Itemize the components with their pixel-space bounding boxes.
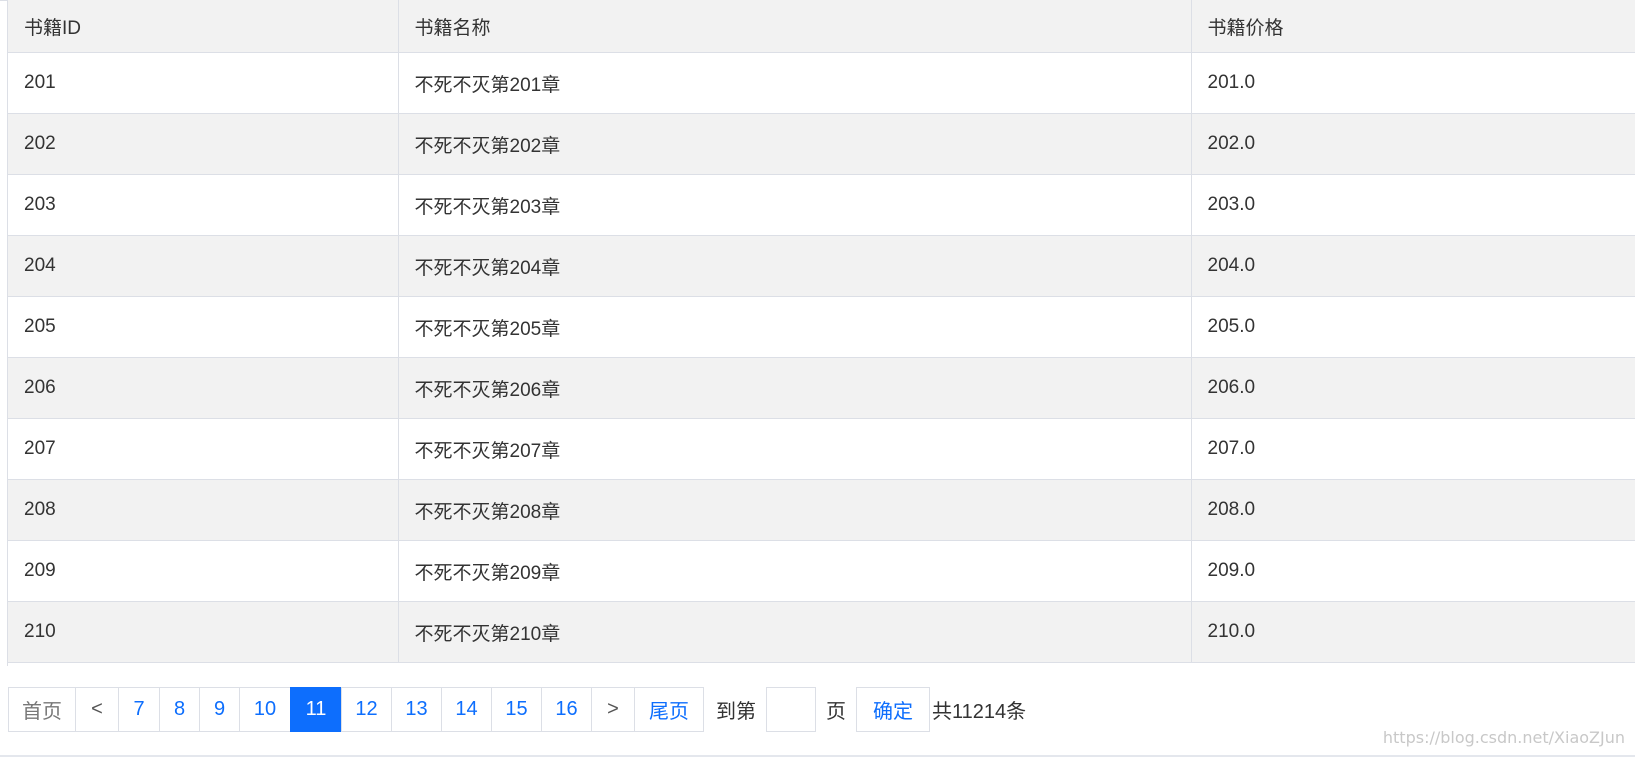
page-button-10[interactable]: 10 (239, 687, 291, 732)
prev-page-button[interactable]: < (75, 687, 119, 732)
cell-book-name: 不死不灭第206章 (398, 357, 1192, 419)
cell-book-id: 201 (8, 52, 399, 114)
total-count: 共11214条 (932, 701, 1027, 723)
cell-book-id: 205 (8, 296, 399, 358)
table-row: 204 不死不灭第204章 204.0 (8, 235, 1635, 297)
last-page-button[interactable]: 尾页 (634, 687, 704, 732)
cell-book-price: 209.0 (1191, 540, 1635, 602)
page-button-12[interactable]: 12 (341, 687, 392, 732)
page-number-list: 7 8 9 10 11 12 13 14 15 16 (118, 687, 592, 732)
goto-label: 到第 (716, 701, 756, 723)
table-row: 208 不死不灭第208章 208.0 (8, 479, 1635, 541)
page-button-9[interactable]: 9 (199, 687, 240, 732)
cell-book-id: 210 (8, 601, 399, 663)
header-book-price: 书籍价格 (1191, 0, 1635, 53)
table-row: 201 不死不灭第201章 201.0 (8, 52, 1635, 114)
watermark: https://blog.csdn.net/XiaoZJun (1382, 728, 1625, 747)
cell-book-name: 不死不灭第202章 (398, 113, 1192, 175)
books-table-container: 书籍ID 书籍名称 书籍价格 201 不死不灭第201章 201.0 202 不死不灭第… (8, 0, 1635, 663)
table-row: 205 不死不灭第205章 205.0 (8, 296, 1635, 358)
cell-book-price: 205.0 (1191, 296, 1635, 358)
header-book-id: 书籍ID (8, 0, 399, 53)
cell-book-price: 203.0 (1191, 174, 1635, 236)
page-button-13[interactable]: 13 (391, 687, 442, 732)
page-button-16[interactable]: 16 (541, 687, 592, 732)
cell-book-id: 209 (8, 540, 399, 602)
table-row: 202 不死不灭第202章 202.0 (8, 113, 1635, 175)
cell-book-price: 206.0 (1191, 357, 1635, 419)
cell-book-id: 204 (8, 235, 399, 297)
table-row: 210 不死不灭第210章 210.0 (8, 601, 1635, 663)
table-row: 207 不死不灭第207章 207.0 (8, 418, 1635, 480)
cell-book-name: 不死不灭第207章 (398, 418, 1192, 480)
page-button-15[interactable]: 15 (491, 687, 542, 732)
cell-book-id: 203 (8, 174, 399, 236)
first-page-button[interactable]: 首页 (8, 687, 76, 732)
page-unit-label: 页 (826, 701, 846, 723)
page-button-11[interactable]: 11 (290, 687, 342, 732)
table-row: 206 不死不灭第206章 206.0 (8, 357, 1635, 419)
page-button-7[interactable]: 7 (118, 687, 160, 732)
cell-book-name: 不死不灭第201章 (398, 52, 1192, 114)
cell-book-name: 不死不灭第208章 (398, 479, 1192, 541)
cell-book-name: 不死不灭第209章 (398, 540, 1192, 602)
table-row: 209 不死不灭第209章 209.0 (8, 540, 1635, 602)
table-header-row: 书籍ID 书籍名称 书籍价格 (8, 0, 1635, 53)
cell-book-price: 202.0 (1191, 113, 1635, 175)
cell-book-id: 202 (8, 113, 399, 175)
pagination: 首页 < 7 8 9 10 11 12 13 14 15 16 > 尾页 到第 页 确定 共112… (8, 686, 1026, 733)
page-button-14[interactable]: 14 (441, 687, 492, 732)
cell-book-name: 不死不灭第204章 (398, 235, 1192, 297)
cell-book-price: 201.0 (1191, 52, 1635, 114)
cell-book-name: 不死不灭第203章 (398, 174, 1192, 236)
cell-book-name: 不死不灭第210章 (398, 601, 1192, 663)
cell-book-price: 204.0 (1191, 235, 1635, 297)
header-book-name: 书籍名称 (398, 0, 1192, 53)
cell-book-id: 207 (8, 418, 399, 480)
next-page-button[interactable]: > (591, 687, 635, 732)
cell-book-price: 208.0 (1191, 479, 1635, 541)
cell-book-name: 不死不灭第205章 (398, 296, 1192, 358)
table-row: 203 不死不灭第203章 203.0 (8, 174, 1635, 236)
goto-page-input[interactable] (766, 687, 816, 732)
page-button-8[interactable]: 8 (159, 687, 200, 732)
cell-book-id: 208 (8, 479, 399, 541)
books-table: 书籍ID 书籍名称 书籍价格 201 不死不灭第201章 201.0 202 不死不灭第… (8, 0, 1635, 663)
cell-book-price: 210.0 (1191, 601, 1635, 663)
cell-book-id: 206 (8, 357, 399, 419)
cell-book-price: 207.0 (1191, 418, 1635, 480)
confirm-goto-button[interactable]: 确定 (856, 687, 930, 732)
